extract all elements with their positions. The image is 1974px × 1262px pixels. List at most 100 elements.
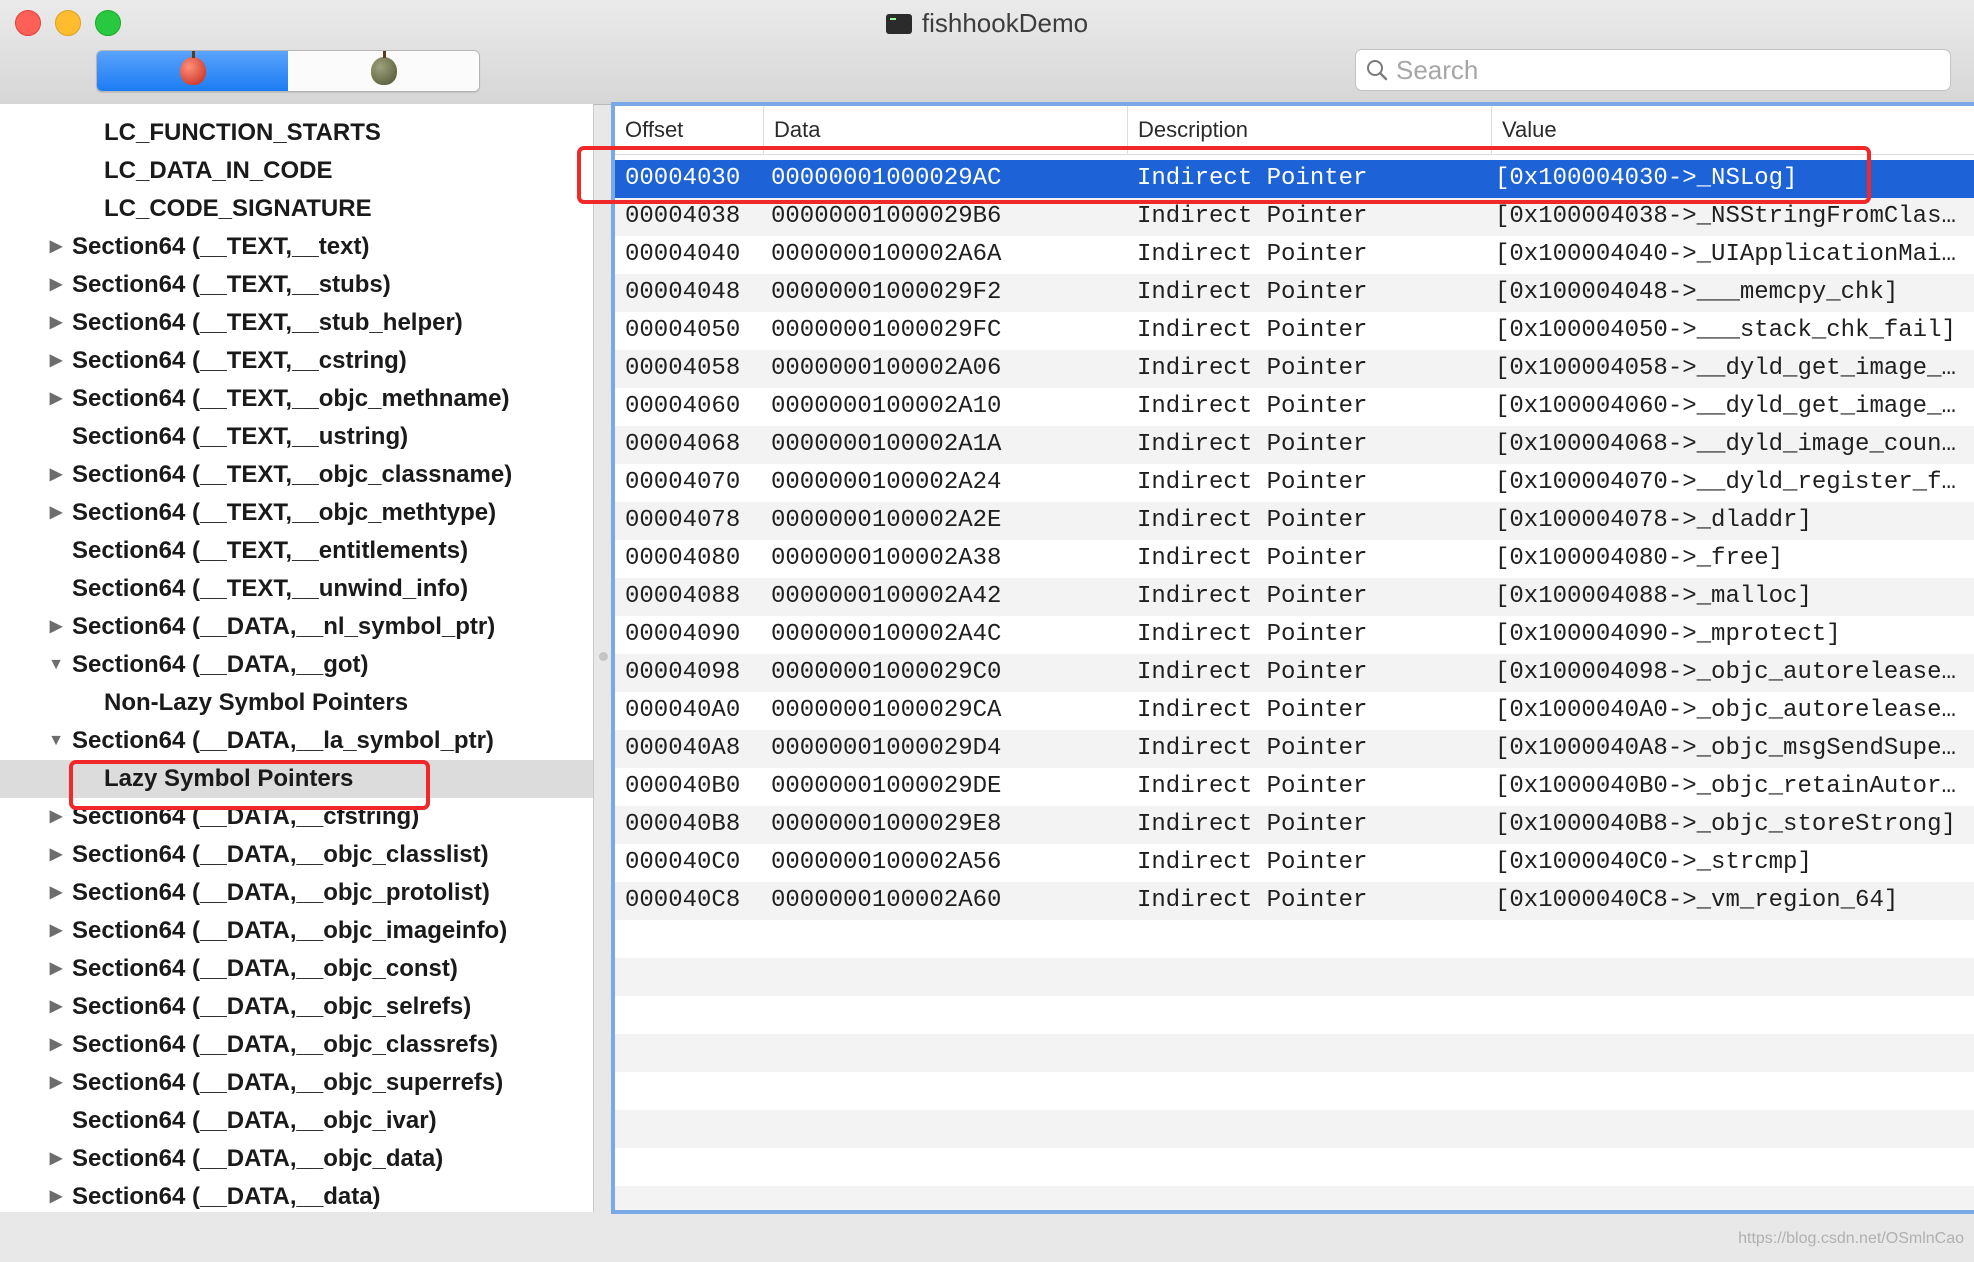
table-row[interactable]: 000040B0 00000001000029DE Indirect Pointer… xyxy=(615,768,1974,806)
sidebar-tree-item[interactable]: LC_DATA_IN_CODE xyxy=(0,152,593,190)
search-icon xyxy=(1367,60,1388,81)
sidebar-tree-item[interactable]: Non-Lazy Symbol Pointers xyxy=(0,684,593,722)
sidebar-tree-item[interactable]: ▶ Section64 (__DATA,__objc_data) xyxy=(0,1140,593,1178)
sidebar-tree-item-label: Section64 (__DATA,__objc_superrefs) xyxy=(72,1069,504,1096)
table-row[interactable]: 000040C0 0000000100002A56 Indirect Pointer… xyxy=(615,844,1974,882)
cell-description: Indirect Pointer xyxy=(1137,735,1368,762)
table-row[interactable]: 00004068 0000000100002A1A Indirect Pointer… xyxy=(615,426,1974,464)
sidebar-tree-item[interactable]: ▼ Section64 (__DATA,__got) xyxy=(0,646,593,684)
table-row[interactable]: 00004058 0000000100002A06 Indirect Pointer… xyxy=(615,350,1974,388)
disclosure-triangle-collapsed-icon[interactable]: ▶ xyxy=(46,494,66,532)
sidebar-tree-item-label: Section64 (__DATA,__objc_const) xyxy=(72,955,458,982)
sidebar-tree-item[interactable]: LC_FUNCTION_STARTS xyxy=(0,114,593,152)
sidebar-tree-item[interactable]: ▶ Section64 (__DATA,__objc_protolist) xyxy=(0,874,593,912)
disclosure-triangle-collapsed-icon[interactable]: ▶ xyxy=(46,874,66,912)
sidebar-tree-item-label: Section64 (__DATA,__objc_protolist) xyxy=(72,879,490,906)
sidebar-tree-item-label: Section64 (__DATA,__cfstring) xyxy=(72,803,420,830)
column-header-value[interactable]: Value xyxy=(1491,106,1974,154)
cell-data: 00000001000029CA xyxy=(771,697,1002,724)
disclosure-triangle-collapsed-icon[interactable]: ▶ xyxy=(46,1140,66,1178)
symbol-table[interactable]: Offset Data Description Value 00004030 00… xyxy=(611,102,1974,1214)
disclosure-triangle-collapsed-icon[interactable]: ▶ xyxy=(46,950,66,988)
sidebar-tree-item-label: Section64 (__DATA,__objc_selrefs) xyxy=(72,993,472,1020)
sidebar-tree-item[interactable]: ▶ Section64 (__DATA,__objc_imageinfo) xyxy=(0,912,593,950)
sidebar-tree-item[interactable]: ▶ Section64 (__DATA,__nl_symbol_ptr) xyxy=(0,608,593,646)
table-row[interactable]: 00004048 00000001000029F2 Indirect Pointer… xyxy=(615,274,1974,312)
sidebar-tree-item[interactable]: ▶ Section64 (__DATA,__objc_classlist) xyxy=(0,836,593,874)
table-row[interactable]: 00004080 0000000100002A38 Indirect Pointer… xyxy=(615,540,1974,578)
table-row[interactable]: 000040A8 00000001000029D4 Indirect Pointer… xyxy=(615,730,1974,768)
table-row[interactable]: 00004030 00000001000029AC Indirect Pointer… xyxy=(615,160,1974,198)
sidebar-tree-item[interactable]: ▶ Section64 (__DATA,__objc_classrefs) xyxy=(0,1026,593,1064)
table-row[interactable]: 00004088 0000000100002A42 Indirect Pointer… xyxy=(615,578,1974,616)
disclosure-triangle-collapsed-icon[interactable]: ▶ xyxy=(46,798,66,836)
disclosure-triangle-collapsed-icon[interactable]: ▶ xyxy=(46,1178,66,1212)
cell-description: Indirect Pointer xyxy=(1137,355,1368,382)
disclosure-triangle-collapsed-icon[interactable]: ▶ xyxy=(46,1064,66,1102)
search-field[interactable] xyxy=(1355,49,1951,91)
search-input[interactable] xyxy=(1394,52,1938,88)
sidebar-tree[interactable]: ▶ Section64 (__DATA,__data) ▶ Section64 (__… xyxy=(0,104,594,1212)
disclosure-triangle-expanded-icon[interactable]: ▼ xyxy=(46,646,66,684)
view-mode-left-button[interactable] xyxy=(97,51,288,91)
table-row[interactable]: 00004050 00000001000029FC Indirect Pointer… xyxy=(615,312,1974,350)
sidebar-tree-item[interactable]: Section64 (__TEXT,__entitlements) xyxy=(0,532,593,570)
disclosure-triangle-collapsed-icon[interactable]: ▶ xyxy=(46,912,66,950)
sidebar-tree-item[interactable]: Section64 (__TEXT,__unwind_info) xyxy=(0,570,593,608)
disclosure-triangle-collapsed-icon[interactable]: ▶ xyxy=(46,608,66,646)
cell-description: Indirect Pointer xyxy=(1137,317,1368,344)
table-row[interactable]: 00004060 0000000100002A10 Indirect Pointer… xyxy=(615,388,1974,426)
sidebar-tree-item[interactable]: Lazy Symbol Pointers xyxy=(0,760,593,798)
table-row[interactable]: 000040A0 00000001000029CA Indirect Pointer… xyxy=(615,692,1974,730)
split-view-divider-handle[interactable] xyxy=(599,652,608,661)
sidebar-tree-item[interactable]: ▶ Section64 (__TEXT,__cstring) xyxy=(0,342,593,380)
cell-offset: 00004070 xyxy=(625,469,741,496)
sidebar-tree-item[interactable]: ▶ Section64 (__TEXT,__stubs) xyxy=(0,266,593,304)
cell-offset: 00004048 xyxy=(625,279,741,306)
sidebar-tree-item[interactable]: ▶ Section64 (__TEXT,__objc_methname) xyxy=(0,380,593,418)
disclosure-triangle-collapsed-icon[interactable]: ▶ xyxy=(46,342,66,380)
disclosure-triangle-collapsed-icon[interactable]: ▶ xyxy=(46,266,66,304)
window-title: fishhookDemo xyxy=(0,6,1974,40)
table-row[interactable]: 000040B8 00000001000029E8 Indirect Pointer… xyxy=(615,806,1974,844)
disclosure-triangle-collapsed-icon[interactable]: ▶ xyxy=(46,380,66,418)
sidebar-tree-item[interactable]: ▶ Section64 (__DATA,__objc_const) xyxy=(0,950,593,988)
table-row[interactable]: 000040C8 0000000100002A60 Indirect Pointer… xyxy=(615,882,1974,920)
cell-description: Indirect Pointer xyxy=(1137,697,1368,724)
disclosure-triangle-collapsed-icon[interactable]: ▶ xyxy=(46,1026,66,1064)
sidebar-tree-item[interactable]: Section64 (__TEXT,__ustring) xyxy=(0,418,593,456)
column-header-data[interactable]: Data xyxy=(763,106,1127,154)
table-row[interactable]: 00004070 0000000100002A24 Indirect Pointer… xyxy=(615,464,1974,502)
sidebar-tree-item[interactable]: ▶ Section64 (__DATA,__cfstring) xyxy=(0,798,593,836)
view-mode-right-button[interactable] xyxy=(288,51,479,91)
sidebar-tree-item[interactable]: ▶ Section64 (__DATA,__objc_superrefs) xyxy=(0,1064,593,1102)
disclosure-triangle-collapsed-icon[interactable]: ▶ xyxy=(46,456,66,494)
empty-table-row xyxy=(615,1186,1974,1210)
sidebar-tree-item[interactable]: ▶ Section64 (__DATA,__objc_selrefs) xyxy=(0,988,593,1026)
sidebar-tree-item[interactable]: ▶ Section64 (__TEXT,__objc_methtype) xyxy=(0,494,593,532)
table-row[interactable]: 00004040 0000000100002A6A Indirect Pointer… xyxy=(615,236,1974,274)
sidebar-tree-item[interactable]: ▶ Section64 (__TEXT,__text) xyxy=(0,228,593,266)
disclosure-triangle-collapsed-icon[interactable]: ▶ xyxy=(46,304,66,342)
sidebar-tree-item[interactable]: Section64 (__DATA,__objc_ivar) xyxy=(0,1102,593,1140)
cell-value: [0x100004098->_objc_autorelease… xyxy=(1495,659,1956,686)
table-row[interactable]: 00004078 0000000100002A2E Indirect Pointer… xyxy=(615,502,1974,540)
sidebar-tree-item[interactable]: ▼ Section64 (__DATA,__la_symbol_ptr) xyxy=(0,722,593,760)
sidebar-tree-item[interactable]: ▶ Section64 (__DATA,__data) xyxy=(0,1178,593,1212)
column-header-offset[interactable]: Offset xyxy=(615,106,763,154)
sidebar-tree-item[interactable]: ▶ Section64 (__TEXT,__objc_classname) xyxy=(0,456,593,494)
sidebar-tree-item-label: Section64 (__DATA,__data) xyxy=(72,1183,381,1210)
view-mode-segmented-control[interactable] xyxy=(96,50,480,92)
cell-value: [0x100004030->_NSLog] xyxy=(1495,165,1798,192)
table-row[interactable]: 00004038 00000001000029B6 Indirect Pointer… xyxy=(615,198,1974,236)
disclosure-triangle-expanded-icon[interactable]: ▼ xyxy=(46,722,66,760)
table-row[interactable]: 00004090 0000000100002A4C Indirect Pointer… xyxy=(615,616,1974,654)
sidebar-tree-item[interactable]: ▶ Section64 (__TEXT,__stub_helper) xyxy=(0,304,593,342)
table-row[interactable]: 00004098 00000001000029C0 Indirect Pointer… xyxy=(615,654,1974,692)
disclosure-triangle-collapsed-icon[interactable]: ▶ xyxy=(46,228,66,266)
disclosure-triangle-collapsed-icon[interactable]: ▶ xyxy=(46,988,66,1026)
disclosure-triangle-collapsed-icon[interactable]: ▶ xyxy=(46,836,66,874)
sidebar-tree-item[interactable]: LC_CODE_SIGNATURE xyxy=(0,190,593,228)
cell-offset: 00004090 xyxy=(625,621,741,648)
column-header-description[interactable]: Description xyxy=(1127,106,1491,154)
